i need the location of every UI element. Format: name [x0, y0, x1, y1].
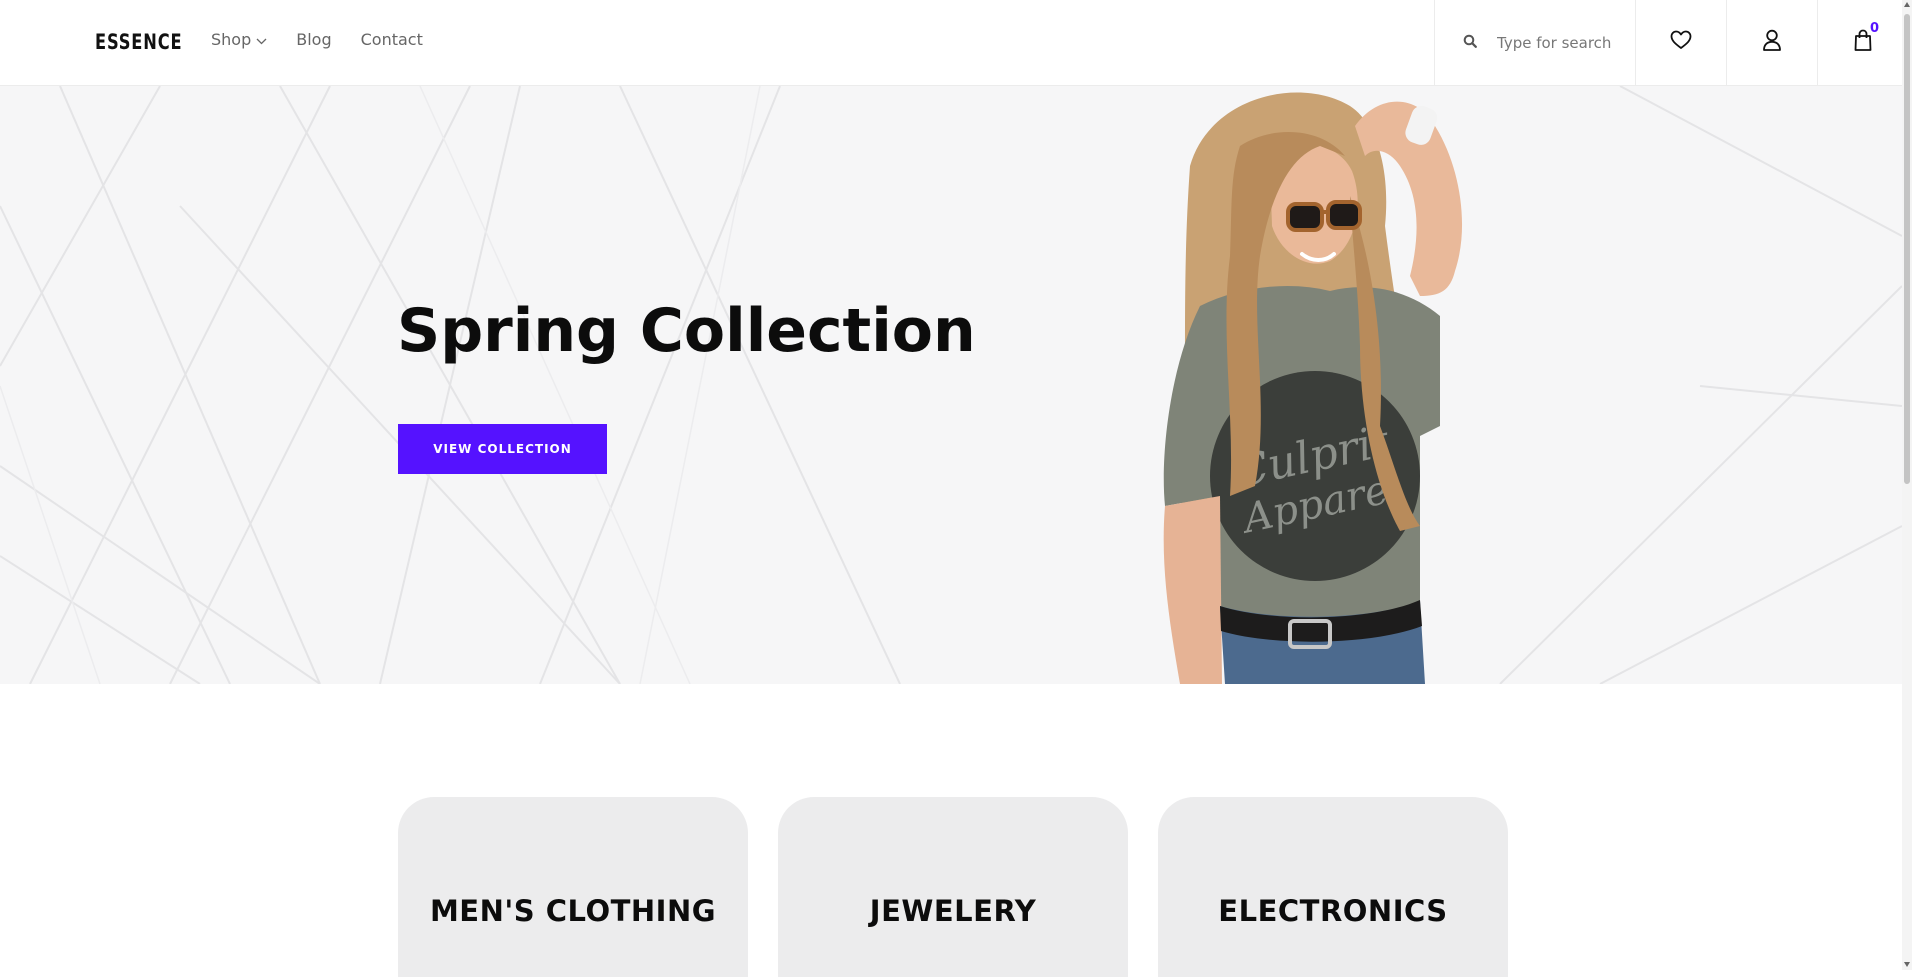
- site-logo[interactable]: ESSENCE: [95, 30, 182, 54]
- nav-item-label: Shop: [211, 30, 252, 49]
- chevron-down-icon: [256, 30, 267, 49]
- scroll-up-arrow-icon[interactable]: [1904, 2, 1910, 7]
- site-header: ESSENCE Shop Blog Contact Type for searc…: [0, 0, 1902, 86]
- category-card-jewelery[interactable]: JEWELERY: [778, 797, 1128, 977]
- header-actions: 0: [1434, 0, 1908, 85]
- user-icon: [1762, 29, 1782, 56]
- scroll-down-arrow-icon[interactable]: [1904, 962, 1910, 967]
- category-card-mens-clothing[interactable]: MEN'S CLOTHING: [398, 797, 748, 977]
- nav-item-blog[interactable]: Blog: [296, 30, 331, 49]
- nav-item-shop[interactable]: Shop: [211, 30, 267, 49]
- category-label: JEWELERY: [869, 894, 1037, 928]
- hero-model-image: Culprit Apparel: [1163, 92, 1463, 684]
- category-label: ELECTRONICS: [1218, 894, 1448, 928]
- category-label: MEN'S CLOTHING: [429, 894, 717, 928]
- nav-item-label: Contact: [360, 30, 423, 49]
- cart-count-badge: 0: [1870, 21, 1880, 36]
- hero-background-pattern: [0, 86, 1902, 684]
- page-scrollbar[interactable]: [1902, 0, 1912, 970]
- view-collection-button[interactable]: VIEW COLLECTION: [398, 424, 607, 474]
- heart-icon: [1670, 30, 1692, 55]
- nav-item-label: Blog: [296, 30, 332, 49]
- wishlist-button[interactable]: [1635, 0, 1726, 85]
- main-nav: Shop Blog Contact: [211, 30, 452, 49]
- account-button[interactable]: [1726, 0, 1817, 85]
- search-input[interactable]: [1495, 30, 1629, 56]
- category-card-electronics[interactable]: ELECTRONICS: [1158, 797, 1508, 977]
- hero-title: Spring Collection: [397, 296, 976, 366]
- nav-item-contact[interactable]: Contact: [361, 30, 423, 49]
- cart-button[interactable]: 0: [1817, 0, 1908, 85]
- scrollbar-thumb[interactable]: [1904, 14, 1910, 484]
- search-icon[interactable]: [1463, 34, 1477, 53]
- hero-banner: Culprit Apparel Spring Collection VIEW C…: [0, 86, 1902, 684]
- search-area: [1434, 0, 1635, 85]
